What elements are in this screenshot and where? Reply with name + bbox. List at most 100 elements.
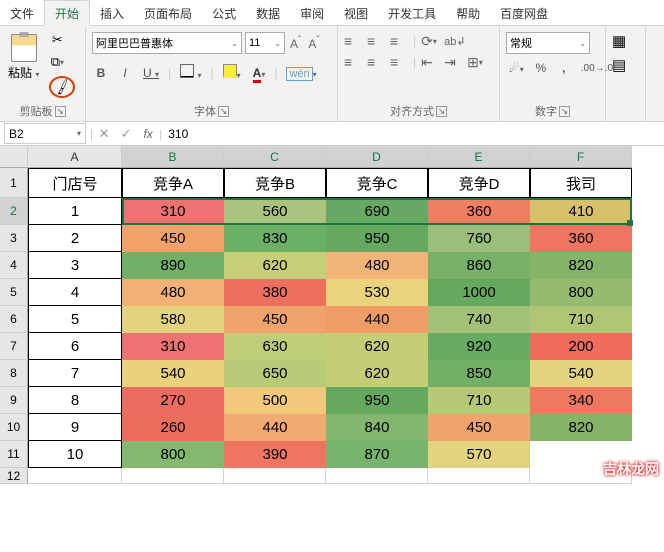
data-cell[interactable]: 340 xyxy=(530,387,632,414)
bold-button[interactable]: B xyxy=(92,64,110,82)
tab-baidu[interactable]: 百度网盘 xyxy=(490,1,558,25)
conditional-format-icon[interactable]: ▦ xyxy=(612,32,626,50)
cut-icon[interactable]: ✂ xyxy=(49,32,65,48)
header-cell[interactable]: 我司 xyxy=(530,168,632,198)
font-size-select[interactable]: 11⌄ xyxy=(245,32,285,54)
data-cell[interactable]: 710 xyxy=(530,306,632,333)
font-launcher[interactable]: ↘ xyxy=(218,106,229,117)
col-header-B[interactable]: B xyxy=(122,146,224,168)
align-right-icon[interactable]: ≡ xyxy=(390,54,408,70)
data-cell[interactable]: 450 xyxy=(224,306,326,333)
data-cell[interactable]: 800 xyxy=(530,279,632,306)
data-cell[interactable]: 7 xyxy=(28,360,122,387)
data-cell[interactable]: 410 xyxy=(530,198,632,225)
col-header-A[interactable]: A xyxy=(28,146,122,168)
data-cell[interactable]: 690 xyxy=(326,198,428,225)
header-cell[interactable]: 门店号 xyxy=(28,168,122,198)
row-header-1[interactable]: 1 xyxy=(0,168,28,198)
data-cell[interactable]: 830 xyxy=(224,225,326,252)
merge-icon[interactable]: ⊞▾ xyxy=(467,54,485,70)
tab-review[interactable]: 审阅 xyxy=(290,1,334,25)
italic-button[interactable]: I xyxy=(116,64,134,82)
row-header-8[interactable]: 8 xyxy=(0,360,28,387)
data-cell[interactable]: 5 xyxy=(28,306,122,333)
align-left-icon[interactable]: ≡ xyxy=(344,54,362,70)
row-header-4[interactable]: 4 xyxy=(0,252,28,279)
tab-help[interactable]: 帮助 xyxy=(446,1,490,25)
copy-icon[interactable]: ⧉▾ xyxy=(49,54,65,70)
data-cell[interactable]: 570 xyxy=(428,441,530,468)
data-cell[interactable]: 9 xyxy=(28,414,122,441)
row-header-10[interactable]: 10 xyxy=(0,414,28,441)
tab-pagelayout[interactable]: 页面布局 xyxy=(134,1,202,25)
data-cell[interactable]: 6 xyxy=(28,333,122,360)
cancel-icon[interactable]: ✕ xyxy=(93,126,115,142)
data-cell[interactable]: 760 xyxy=(428,225,530,252)
tab-view[interactable]: 视图 xyxy=(334,1,378,25)
data-cell[interactable]: 440 xyxy=(224,414,326,441)
clipboard-launcher[interactable]: ↘ xyxy=(55,106,66,117)
data-cell[interactable]: 850 xyxy=(428,360,530,387)
data-cell[interactable]: 630 xyxy=(224,333,326,360)
data-cell[interactable]: 2 xyxy=(28,225,122,252)
data-cell[interactable]: 1 xyxy=(28,198,122,225)
data-cell[interactable]: 820 xyxy=(530,414,632,441)
header-cell[interactable]: 竞争D xyxy=(428,168,530,198)
decrease-font-icon[interactable]: Aˇ xyxy=(306,35,321,51)
data-cell[interactable]: 870 xyxy=(326,441,428,468)
data-cell[interactable]: 500 xyxy=(224,387,326,414)
header-cell[interactable]: 竞争C xyxy=(326,168,428,198)
paste-button[interactable]: 粘贴 ▾ xyxy=(6,32,41,83)
data-cell[interactable]: 10 xyxy=(28,441,122,468)
data-cell[interactable]: 950 xyxy=(326,387,428,414)
data-cell[interactable]: 890 xyxy=(122,252,224,279)
align-center-icon[interactable]: ≡ xyxy=(367,54,385,70)
data-cell[interactable]: 580 xyxy=(122,306,224,333)
increase-font-icon[interactable]: Aˆ xyxy=(288,35,303,51)
data-cell[interactable]: 270 xyxy=(122,387,224,414)
row-header-2[interactable]: 2 xyxy=(0,198,28,225)
empty-cell[interactable] xyxy=(224,468,326,484)
data-cell[interactable]: 1000 xyxy=(428,279,530,306)
phonetic-button[interactable]: wén▾ xyxy=(283,64,319,82)
wrap-text-icon[interactable]: ab↲ xyxy=(444,33,462,49)
data-cell[interactable]: 540 xyxy=(122,360,224,387)
header-cell[interactable]: 竞争A xyxy=(122,168,224,198)
name-box[interactable]: B2▾ xyxy=(4,123,86,144)
col-header-F[interactable]: F xyxy=(530,146,632,168)
col-header-E[interactable]: E xyxy=(428,146,530,168)
tab-insert[interactable]: 插入 xyxy=(90,1,134,25)
data-cell[interactable]: 540 xyxy=(530,360,632,387)
data-cell[interactable]: 480 xyxy=(122,279,224,306)
tab-developer[interactable]: 开发工具 xyxy=(378,1,446,25)
row-header-11[interactable]: 11 xyxy=(0,441,28,468)
number-format-select[interactable]: 常规⌄ xyxy=(506,32,590,54)
data-cell[interactable]: 390 xyxy=(224,441,326,468)
data-cell[interactable]: 440 xyxy=(326,306,428,333)
data-cell[interactable]: 800 xyxy=(122,441,224,468)
data-cell[interactable]: 360 xyxy=(428,198,530,225)
orientation-icon[interactable]: ⟳▾ xyxy=(421,33,439,49)
data-cell[interactable]: 710 xyxy=(428,387,530,414)
col-header-C[interactable]: C xyxy=(224,146,326,168)
data-cell[interactable]: 360 xyxy=(530,225,632,252)
row-header-12[interactable]: 12 xyxy=(0,468,28,484)
data-cell[interactable]: 950 xyxy=(326,225,428,252)
data-cell[interactable]: 4 xyxy=(28,279,122,306)
data-cell[interactable]: 920 xyxy=(428,333,530,360)
empty-cell[interactable] xyxy=(428,468,530,484)
align-middle-icon[interactable]: ≡ xyxy=(367,33,385,49)
row-header-5[interactable]: 5 xyxy=(0,279,28,306)
data-cell[interactable]: 530 xyxy=(326,279,428,306)
data-cell[interactable]: 380 xyxy=(224,279,326,306)
comma-icon[interactable]: , xyxy=(555,59,573,77)
data-cell[interactable]: 620 xyxy=(326,333,428,360)
underline-button[interactable]: U ▾ xyxy=(140,64,162,82)
row-header-3[interactable]: 3 xyxy=(0,225,28,252)
data-cell[interactable]: 8 xyxy=(28,387,122,414)
empty-cell[interactable] xyxy=(28,468,122,484)
align-launcher[interactable]: ↘ xyxy=(436,106,447,117)
confirm-icon[interactable]: ✓ xyxy=(115,126,137,142)
row-header-7[interactable]: 7 xyxy=(0,333,28,360)
data-cell[interactable]: 820 xyxy=(530,252,632,279)
